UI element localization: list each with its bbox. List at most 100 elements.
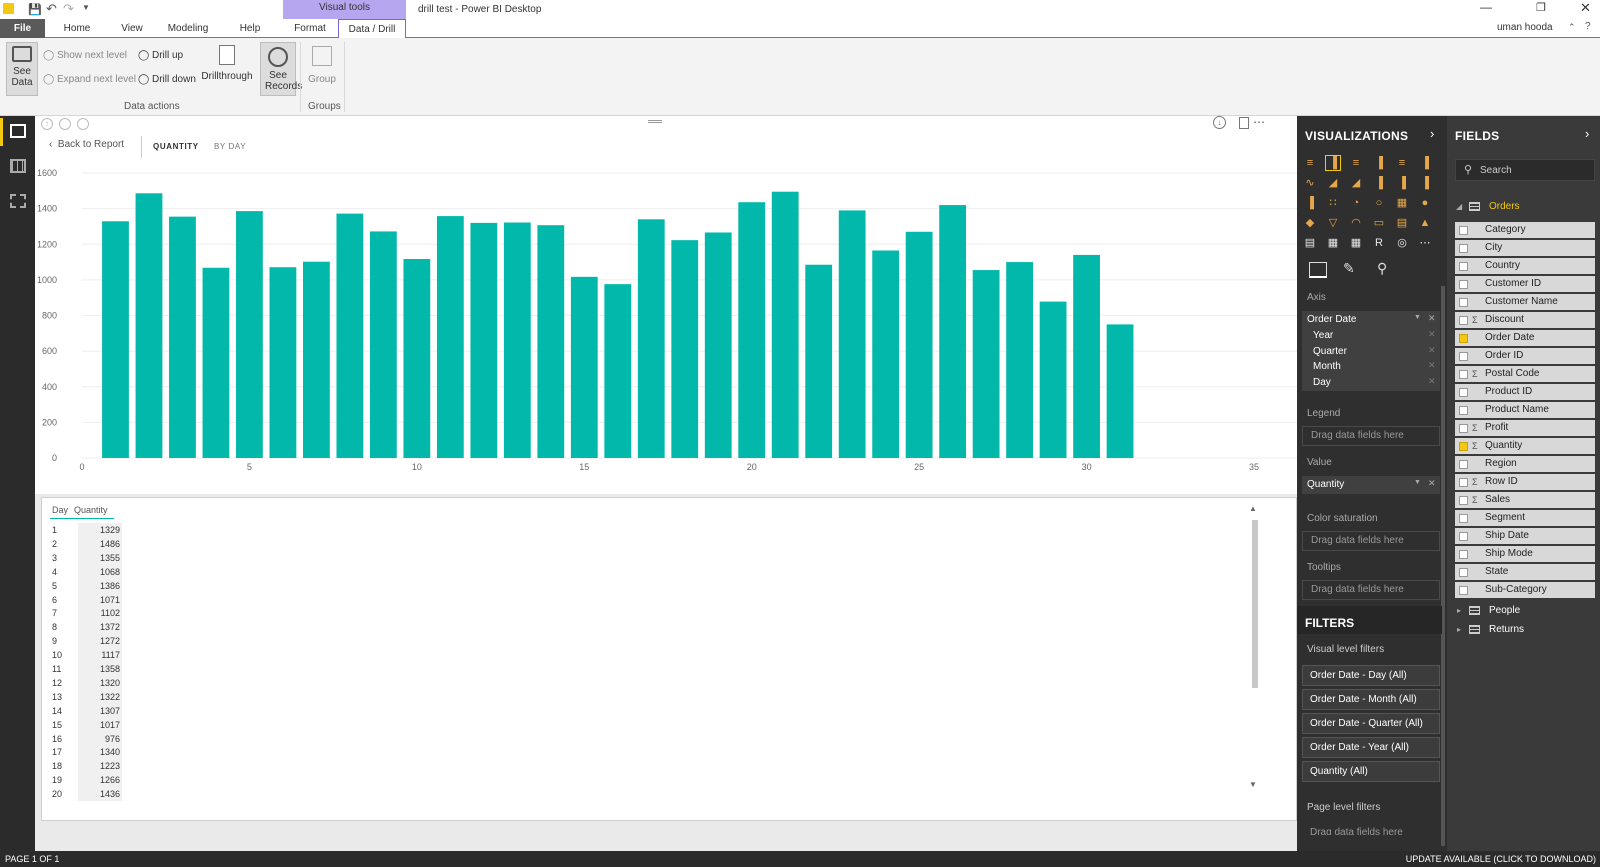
field-checkbox[interactable]	[1459, 406, 1468, 415]
axis-field-dropdown-icon[interactable]: ▼	[1414, 314, 1421, 321]
line-chart-icon[interactable]: ∿	[1303, 176, 1317, 190]
multirow-card-icon[interactable]: ▤	[1395, 216, 1409, 230]
restore-icon[interactable]: ❐	[1536, 1, 1546, 14]
field-checkbox[interactable]	[1459, 334, 1468, 343]
chart-bar[interactable]	[1006, 262, 1033, 458]
fields-search-input[interactable]: ⚲ Search	[1455, 159, 1595, 181]
chart-bar[interactable]	[570, 276, 598, 458]
field-checkbox[interactable]	[1459, 298, 1468, 307]
field-checkbox[interactable]	[1459, 514, 1468, 523]
chart-bar[interactable]	[838, 210, 866, 458]
chart-bar[interactable]	[236, 211, 263, 458]
axis-sub-quarter-remove-icon[interactable]: ✕	[1428, 345, 1436, 356]
relationships-view-icon[interactable]	[10, 194, 26, 208]
chart-bar[interactable]	[102, 221, 129, 458]
value-field-dropdown-icon[interactable]: ▼	[1414, 479, 1421, 486]
more-visuals-icon[interactable]: ⋯	[1418, 236, 1432, 250]
field-item[interactable]: Customer Name	[1455, 294, 1595, 310]
field-item[interactable]: City	[1455, 240, 1595, 256]
field-checkbox[interactable]	[1459, 226, 1468, 235]
analytics-icon[interactable]: ⚲	[1377, 260, 1387, 277]
filled-map-icon[interactable]: ◆	[1303, 216, 1317, 230]
group-button[interactable]: Group	[305, 42, 339, 96]
format-paint-icon[interactable]: ✎	[1343, 260, 1355, 277]
chart-bar[interactable]	[805, 264, 833, 458]
field-checkbox[interactable]	[1459, 532, 1468, 541]
chart-bar[interactable]	[905, 231, 933, 458]
scatter-icon[interactable]: ∷	[1326, 196, 1340, 210]
field-checkbox[interactable]	[1459, 352, 1468, 361]
orders-expand-icon[interactable]: ◢	[1456, 202, 1462, 211]
clustered-column-icon[interactable]: ▐	[1372, 156, 1386, 170]
help-icon[interactable]: ?	[1585, 21, 1591, 32]
field-item[interactable]: Customer ID	[1455, 276, 1595, 292]
line-clustered-icon[interactable]: ▐	[1395, 176, 1409, 190]
r-visual-icon[interactable]: R	[1372, 236, 1386, 250]
tab-format[interactable]: Format	[290, 19, 330, 38]
field-item[interactable]: Σ Sales	[1455, 492, 1595, 508]
page-filters-drop-area[interactable]: Drag data fields here	[1310, 824, 1403, 835]
chart-bar[interactable]	[1073, 254, 1100, 458]
drillthrough-button[interactable]: Drillthrough	[200, 42, 254, 96]
chart-bar[interactable]	[336, 213, 364, 458]
scroll-down-icon[interactable]: ▼	[1249, 780, 1257, 789]
chart-bar[interactable]	[738, 202, 766, 458]
tab-view[interactable]: View	[112, 19, 152, 38]
field-checkbox[interactable]	[1459, 262, 1468, 271]
drill-up-button[interactable]: ◯ Drill up	[138, 50, 183, 61]
field-item[interactable]: Σ Profit	[1455, 420, 1595, 436]
axis-sub-year-remove-icon[interactable]: ✕	[1428, 329, 1436, 340]
field-item[interactable]: Σ Row ID	[1455, 474, 1595, 490]
value-field-remove-icon[interactable]: ✕	[1428, 478, 1436, 489]
report-view-icon[interactable]	[10, 124, 26, 138]
collapse-viz-icon[interactable]: ›	[1430, 126, 1434, 141]
filter-order-date-year[interactable]: Order Date - Year (All)	[1302, 737, 1440, 758]
card-icon[interactable]: ▭	[1372, 216, 1386, 230]
chart-bar[interactable]	[503, 222, 531, 458]
filter-order-date-day[interactable]: Order Date - Day (All)	[1302, 665, 1440, 686]
field-item[interactable]: State	[1455, 564, 1595, 580]
matrix-icon[interactable]: ▦	[1349, 236, 1363, 250]
field-item[interactable]: Product Name	[1455, 402, 1595, 418]
save-icon[interactable]: 💾	[28, 3, 42, 16]
field-checkbox[interactable]	[1459, 316, 1468, 325]
treemap-icon[interactable]: ▦	[1395, 196, 1409, 210]
field-item[interactable]: Σ Postal Code	[1455, 366, 1595, 382]
field-checkbox[interactable]	[1459, 388, 1468, 397]
field-item[interactable]: Segment	[1455, 510, 1595, 526]
fields-well-tab-icon[interactable]	[1309, 262, 1327, 278]
legend-well[interactable]: Drag data fields here	[1302, 426, 1440, 446]
field-item[interactable]: Order Date	[1455, 330, 1595, 346]
field-checkbox[interactable]	[1459, 280, 1468, 289]
field-checkbox[interactable]	[1459, 460, 1468, 469]
expand-next-level-button[interactable]: ◯ Expand next level	[43, 74, 136, 85]
table-icon[interactable]: ▦	[1326, 236, 1340, 250]
stacked-bar-icon[interactable]: ≡	[1303, 156, 1317, 170]
chart-visual[interactable]: ↑ ↓ ⋯ ‹ Back to Report QUANTITY BY DAY 0…	[35, 115, 1297, 494]
field-checkbox[interactable]	[1459, 568, 1468, 577]
chart-bar[interactable]	[972, 270, 1000, 458]
field-checkbox[interactable]	[1459, 550, 1468, 559]
clustered-bar-icon[interactable]: ≡	[1349, 156, 1363, 170]
drill-down-button[interactable]: ◯ Drill down	[138, 74, 196, 85]
field-checkbox[interactable]	[1459, 586, 1468, 595]
people-table-name[interactable]: People	[1489, 605, 1520, 616]
field-checkbox[interactable]	[1459, 370, 1468, 379]
area-chart-icon[interactable]: ◢	[1326, 176, 1340, 190]
quick-access-dropdown-icon[interactable]: ▼	[82, 3, 90, 12]
map-icon[interactable]: ●	[1418, 196, 1432, 210]
field-item[interactable]: Region	[1455, 456, 1595, 472]
filter-order-date-month[interactable]: Order Date - Month (All)	[1302, 689, 1440, 710]
chart-bar[interactable]	[403, 259, 431, 458]
field-checkbox[interactable]	[1459, 424, 1468, 433]
chart-bar[interactable]	[637, 219, 665, 458]
funnel-icon[interactable]: ▽	[1326, 216, 1340, 230]
tab-help[interactable]: Help	[230, 19, 270, 38]
returns-expand-icon[interactable]: ▸	[1457, 625, 1461, 634]
pie-icon[interactable]: ◔	[1349, 196, 1363, 210]
globe-icon[interactable]: ◎	[1395, 236, 1409, 250]
viz-scrollbar[interactable]	[1441, 286, 1445, 846]
see-data-button[interactable]: See Data	[6, 42, 38, 96]
field-item[interactable]: Country	[1455, 258, 1595, 274]
field-item[interactable]: Category	[1455, 222, 1595, 238]
